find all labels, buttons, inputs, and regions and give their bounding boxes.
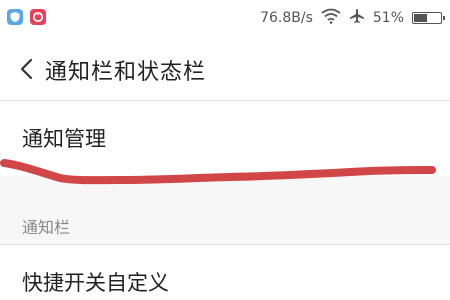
page-header: 通知栏和状态栏 [0, 40, 450, 96]
red-app-icon [30, 9, 46, 25]
battery-icon [412, 12, 445, 24]
wifi-icon [321, 8, 341, 28]
quick-switch-custom-row[interactable]: 快捷开关自定义 [0, 245, 450, 300]
notification-manage-label: 通知管理 [22, 127, 106, 151]
network-speed: 76.8B/s [260, 10, 313, 26]
section-header-notification-bar: 通知栏 [22, 218, 71, 237]
status-bar: 76.8B/s 51% [0, 0, 450, 36]
page-title: 通知栏和状态栏 [45, 60, 207, 85]
battery-percent: 51% [372, 10, 404, 26]
status-right-group: 76.8B/s 51% [260, 7, 445, 29]
airplane-icon [349, 8, 365, 28]
chevron-left-icon[interactable] [18, 58, 36, 80]
shield-app-icon [7, 9, 23, 25]
quick-switch-custom-label: 快捷开关自定义 [22, 271, 169, 295]
notification-manage-row[interactable]: 通知管理 [0, 101, 450, 176]
battery-level [414, 14, 427, 22]
